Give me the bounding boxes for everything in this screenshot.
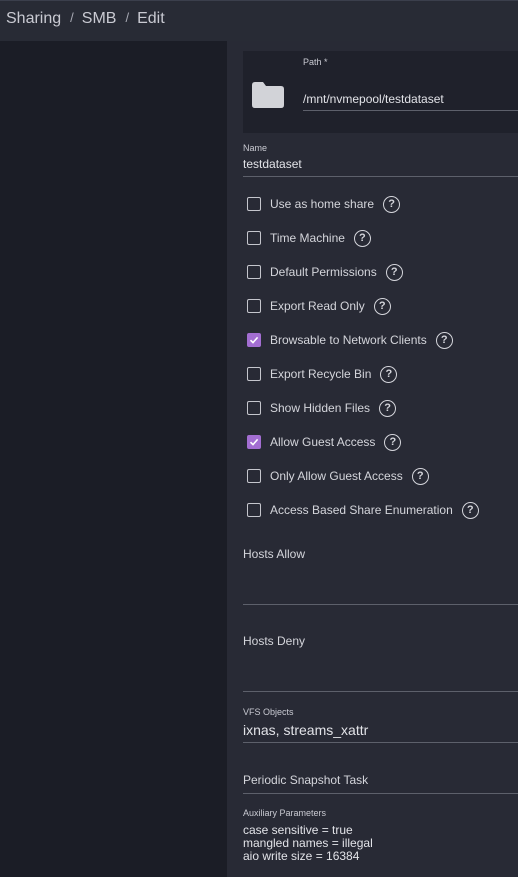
name-underline (243, 176, 518, 177)
help-icon[interactable]: ? (353, 229, 371, 247)
smb-edit-form: Path * /mnt/nvmepool/testdataset Name te… (227, 41, 518, 877)
help-icon[interactable]: ? (461, 501, 479, 519)
hosts-allow-label: Hosts Allow (243, 547, 306, 561)
export-read-only-checkbox[interactable] (247, 299, 261, 313)
use-home-share-option[interactable]: Use as home share ? (247, 195, 401, 213)
allow-guest-access-checkbox[interactable] (247, 435, 261, 449)
path-label: Path * (303, 57, 328, 67)
use-home-share-checkbox[interactable] (247, 197, 261, 211)
default-permissions-label: Default Permissions (270, 265, 377, 279)
name-input[interactable]: testdataset (243, 157, 302, 171)
export-recycle-bin-label: Export Recycle Bin (270, 367, 372, 381)
name-label: Name (243, 143, 268, 153)
check-icon (249, 438, 259, 446)
browsable-checkbox[interactable] (247, 333, 261, 347)
access-based-enumeration-label: Access Based Share Enumeration (270, 503, 453, 517)
export-recycle-bin-checkbox[interactable] (247, 367, 261, 381)
hosts-deny-label: Hosts Deny (243, 634, 306, 648)
left-pane (0, 41, 227, 877)
access-based-enumeration-checkbox[interactable] (247, 503, 261, 517)
vfs-objects-select[interactable]: ixnas, streams_xattr (243, 722, 368, 738)
default-permissions-checkbox[interactable] (247, 265, 261, 279)
help-icon[interactable]: ? (384, 433, 402, 451)
help-icon[interactable]: ? (373, 297, 391, 315)
auxiliary-parameters-label: Auxiliary Parameters (243, 808, 327, 818)
time-machine-option[interactable]: Time Machine ? (247, 229, 371, 247)
default-permissions-option[interactable]: Default Permissions ? (247, 263, 403, 281)
vfs-objects-label: VFS Objects (243, 707, 294, 717)
show-hidden-files-checkbox[interactable] (247, 401, 261, 415)
folder-icon[interactable] (252, 82, 284, 108)
help-icon[interactable]: ? (385, 263, 403, 281)
periodic-snapshot-select[interactable]: Periodic Snapshot Task (243, 773, 368, 787)
path-explorer: Path * /mnt/nvmepool/testdataset (243, 51, 518, 133)
show-hidden-files-label: Show Hidden Files (270, 401, 371, 415)
check-icon (249, 336, 259, 344)
path-input[interactable]: /mnt/nvmepool/testdataset (303, 92, 444, 106)
help-icon[interactable]: ? (379, 399, 397, 417)
allow-guest-access-option[interactable]: Allow Guest Access ? (247, 433, 402, 451)
export-read-only-label: Export Read Only (270, 299, 365, 313)
breadcrumb-smb[interactable]: SMB (82, 10, 117, 27)
show-hidden-files-option[interactable]: Show Hidden Files ? (247, 399, 397, 417)
breadcrumb-separator: / (70, 10, 74, 25)
access-based-enumeration-option[interactable]: Access Based Share Enumeration ? (247, 501, 479, 519)
help-icon[interactable]: ? (380, 365, 398, 383)
only-allow-guest-access-label: Only Allow Guest Access (270, 469, 403, 483)
hosts-allow-underline (243, 604, 518, 605)
only-allow-guest-access-checkbox[interactable] (247, 469, 261, 483)
use-home-share-label: Use as home share (270, 197, 375, 211)
breadcrumb-sharing[interactable]: Sharing (6, 10, 61, 27)
export-read-only-option[interactable]: Export Read Only ? (247, 297, 391, 315)
breadcrumb-separator: / (125, 10, 130, 25)
allow-guest-access-label: Allow Guest Access (270, 435, 376, 449)
breadcrumb: Sharing / SMB / Edit (6, 10, 165, 28)
only-allow-guest-access-option[interactable]: Only Allow Guest Access ? (247, 467, 429, 485)
time-machine-checkbox[interactable] (247, 231, 261, 245)
periodic-snapshot-underline (243, 793, 518, 794)
browsable-option[interactable]: Browsable to Network Clients ? (247, 331, 453, 349)
time-machine-label: Time Machine (270, 231, 345, 245)
vfs-objects-underline (243, 742, 518, 743)
export-recycle-bin-option[interactable]: Export Recycle Bin ? (247, 365, 398, 383)
top-bar: Sharing / SMB / Edit (0, 0, 518, 41)
breadcrumb-edit: Edit (137, 10, 165, 27)
browsable-label: Browsable to Network Clients (270, 333, 427, 347)
auxiliary-parameters-line[interactable]: aio write size = 16384 (243, 850, 359, 863)
help-icon[interactable]: ? (383, 195, 401, 213)
hosts-deny-underline (243, 691, 518, 692)
path-underline (303, 110, 518, 111)
help-icon[interactable]: ? (435, 331, 453, 349)
help-icon[interactable]: ? (411, 467, 429, 485)
